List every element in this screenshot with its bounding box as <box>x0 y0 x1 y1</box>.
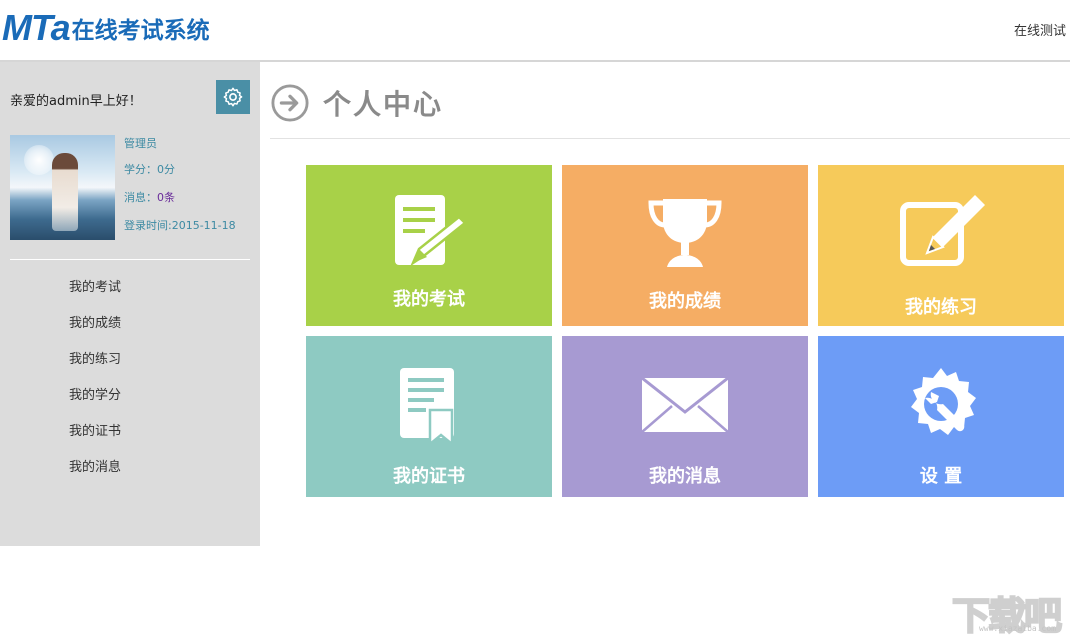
tile-label-my-certificates: 我的证书 <box>393 466 465 487</box>
sidebar-item-practice[interactable]: 我的练习 <box>69 349 121 385</box>
messages-value[interactable]: 0条 <box>157 191 175 204</box>
sidebar-item-messages[interactable]: 我的消息 <box>69 457 121 493</box>
messages-row: 消息：0条 <box>124 189 175 205</box>
certificate-icon <box>400 368 454 446</box>
gear-icon <box>223 87 243 107</box>
tile-label-my-practice: 我的练习 <box>905 297 977 318</box>
settings-button[interactable] <box>216 80 250 114</box>
gear-wrench-icon <box>911 368 976 435</box>
login-label: 登录时间: <box>124 219 172 232</box>
login-value: 2015-11-18 <box>171 219 236 232</box>
sidebar-item-certificates[interactable]: 我的证书 <box>69 421 121 457</box>
watermark-url: www.xiazaiba.com <box>978 624 1056 633</box>
tile-my-certificates[interactable]: 我的证书 <box>306 336 552 497</box>
edit-pencil-icon <box>900 195 985 266</box>
login-time-row: 登录时间:2015-11-18 <box>124 217 236 233</box>
watermark: 下载吧 www.xiazaiba.com <box>930 585 1063 639</box>
sidebar-menu: 我的考试 我的成绩 我的练习 我的学分 我的证书 我的消息 <box>69 277 121 493</box>
sidebar-item-exams[interactable]: 我的考试 <box>69 277 121 313</box>
avatar <box>10 135 115 240</box>
tile-label-my-exams: 我的考试 <box>393 289 465 310</box>
sidebar: 亲爱的admin早上好！ 管理员 学分：0分 消息：0条 登录时间:2015-1… <box>0 62 260 546</box>
arrow-right-circle-icon <box>271 84 309 122</box>
top-header: MTa 在线考试系统 在线测试 <box>0 0 1070 62</box>
envelope-icon <box>641 376 729 433</box>
credits-row: 学分：0分 <box>124 161 175 177</box>
logo-mark: MTa <box>2 7 71 48</box>
tile-label-my-scores: 我的成绩 <box>649 291 721 312</box>
exam-paper-pencil-icon <box>395 195 467 267</box>
credits-label: 学分： <box>124 163 157 176</box>
tile-my-scores[interactable]: 我的成绩 <box>562 165 808 326</box>
online-test-link[interactable]: 在线测试 <box>1014 20 1066 39</box>
sidebar-item-scores[interactable]: 我的成绩 <box>69 313 121 349</box>
sidebar-item-credits[interactable]: 我的学分 <box>69 385 121 421</box>
logo-text: 在线考试系统 <box>71 18 210 44</box>
tile-label-my-messages: 我的消息 <box>649 466 721 487</box>
credits-value: 0分 <box>157 163 175 176</box>
sidebar-divider <box>10 259 250 260</box>
role-text: 管理员 <box>124 137 157 150</box>
tile-label-settings: 设 置 <box>919 466 963 487</box>
logo[interactable]: MTa 在线考试系统 <box>2 7 210 48</box>
tile-settings[interactable]: 设 置 <box>818 336 1064 497</box>
greeting-text: 亲爱的admin早上好！ <box>10 94 142 109</box>
messages-label: 消息： <box>124 191 157 204</box>
page-title: 个人中心 <box>323 88 444 121</box>
tile-my-exams[interactable]: 我的考试 <box>306 165 552 326</box>
tile-my-practice[interactable]: 我的练习 <box>818 165 1064 326</box>
page-title-bar: 个人中心 <box>270 80 1070 139</box>
trophy-icon <box>648 199 722 267</box>
tile-my-messages[interactable]: 我的消息 <box>562 336 808 497</box>
